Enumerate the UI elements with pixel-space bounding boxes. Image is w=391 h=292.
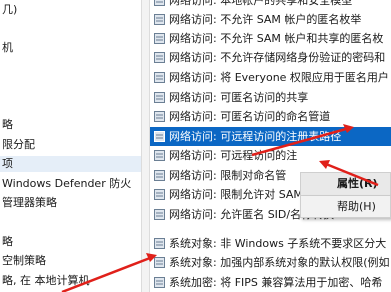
- arrow-to-properties-icon: [319, 160, 379, 187]
- annotation-arrows: [61, 124, 379, 292]
- arrow-to-security-options-icon: [61, 253, 157, 292]
- arrow-to-policy-icon: [251, 124, 354, 157]
